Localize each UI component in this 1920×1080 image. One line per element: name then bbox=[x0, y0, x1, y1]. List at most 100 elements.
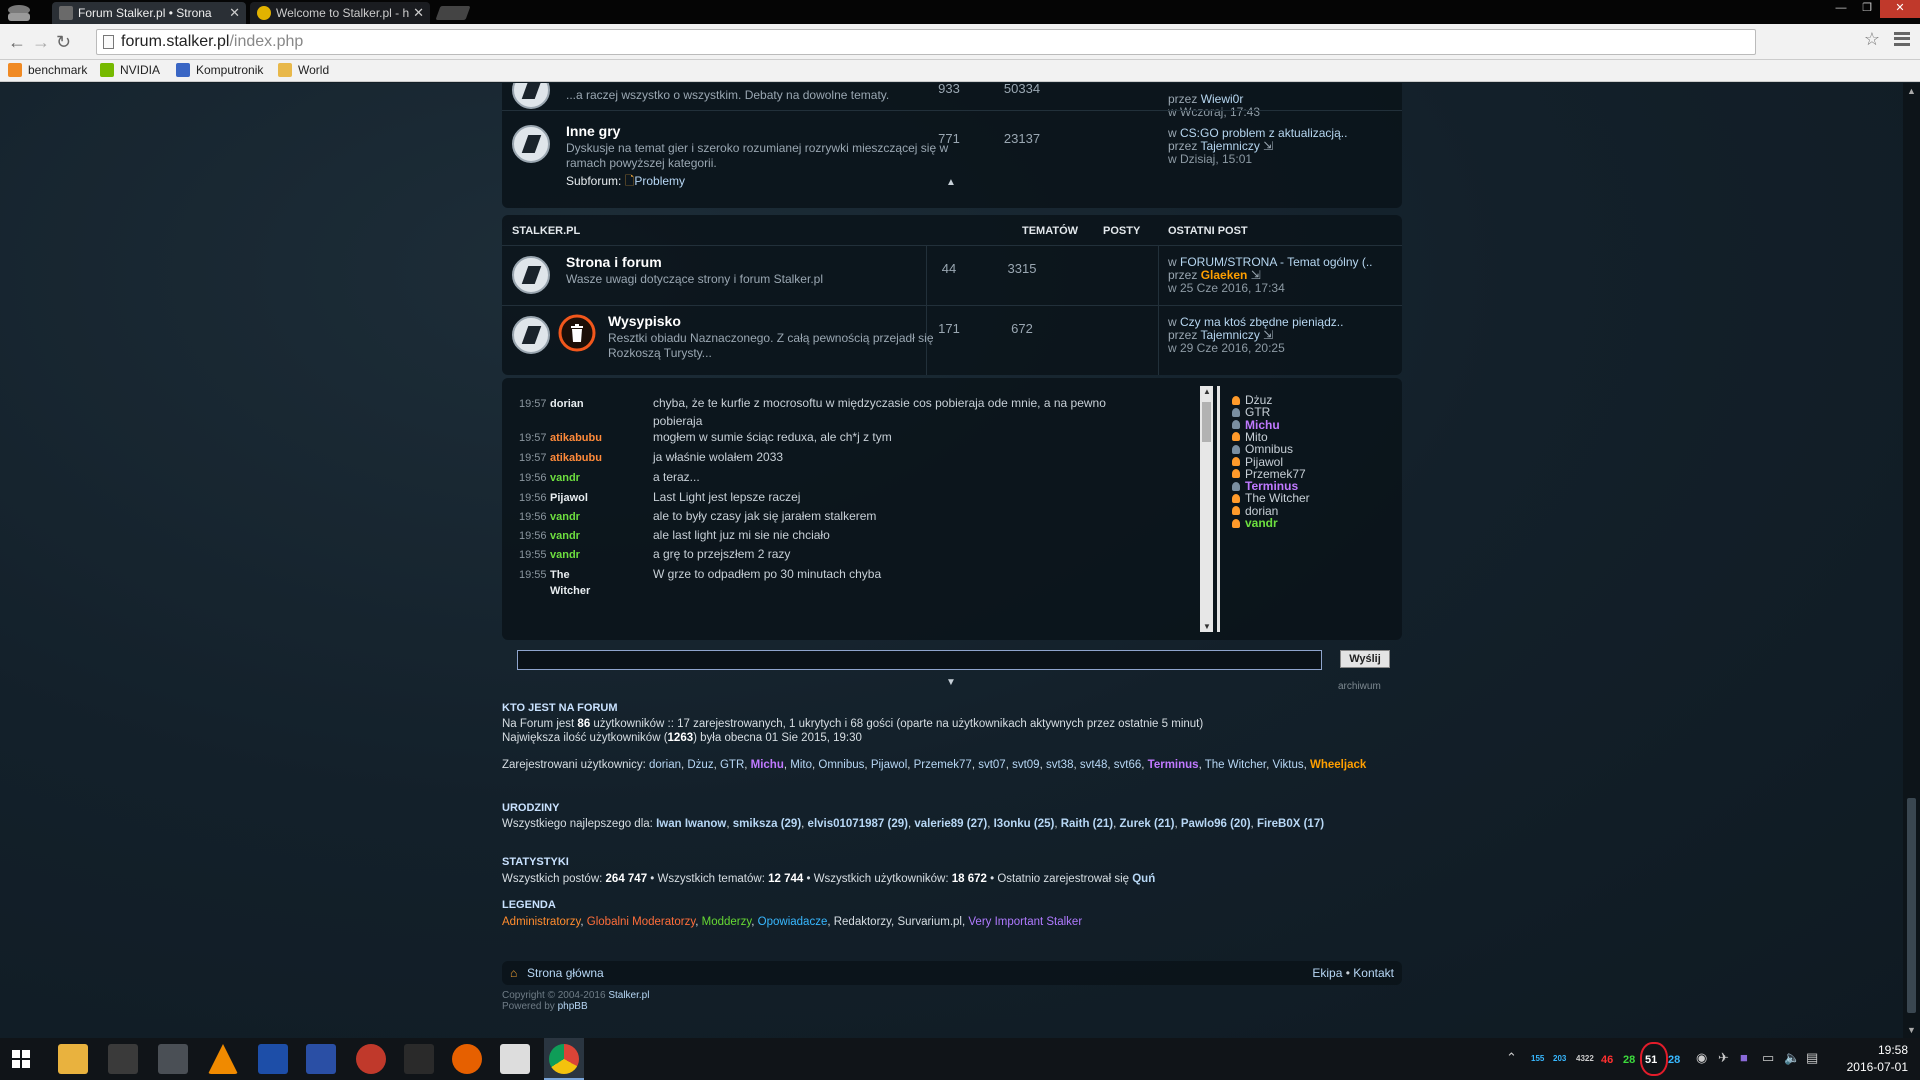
registered-user-link[interactable]: Michu bbox=[751, 759, 784, 771]
bookmark-nvidia[interactable]: NVIDIA bbox=[100, 63, 160, 77]
chat-nick[interactable]: vandr bbox=[550, 547, 580, 563]
collapse-arrow-icon[interactable]: ▲ bbox=[946, 177, 956, 188]
registered-user-link[interactable]: Pijawol bbox=[871, 759, 907, 771]
reload-icon[interactable]: ↻ bbox=[56, 32, 71, 53]
airplane-icon[interactable]: ✈ bbox=[1718, 1050, 1729, 1066]
save-disk-icon[interactable] bbox=[306, 1044, 336, 1074]
forum-row-strona[interactable]: Strona i forum Wasze uwagi dotyczące str… bbox=[502, 245, 1402, 305]
registered-user-link[interactable]: dorian bbox=[649, 759, 681, 771]
bookmark-komputronik[interactable]: Komputronik bbox=[176, 63, 263, 77]
forum-title[interactable]: Wysypisko bbox=[608, 313, 681, 329]
chrome-menu-icon[interactable] bbox=[1894, 32, 1910, 46]
legend-group-link[interactable]: Modderzy bbox=[702, 916, 752, 928]
scroll-up-icon[interactable]: ▲ bbox=[1203, 387, 1211, 396]
los-app-icon[interactable] bbox=[404, 1044, 434, 1074]
malwarebytes-icon[interactable] bbox=[258, 1044, 288, 1074]
chat-nick[interactable]: dorian bbox=[550, 396, 584, 412]
expand-arrow-icon[interactable]: ▼ bbox=[946, 677, 956, 688]
chat-nick[interactable]: atikabubu bbox=[550, 430, 602, 446]
chat-nick[interactable]: Pijawol bbox=[550, 490, 588, 506]
forum-row-partial[interactable]: ...a raczej wszystko o wszystkim. Debaty… bbox=[502, 83, 1402, 119]
chat-nick[interactable]: The Witcher bbox=[550, 567, 590, 599]
close-window-icon[interactable]: ✕ bbox=[1880, 0, 1920, 18]
address-bar[interactable]: forum.stalker.pl/index.php bbox=[96, 29, 1756, 55]
registered-user-link[interactable]: Omnibus bbox=[818, 759, 864, 771]
restore-icon[interactable]: ❐ bbox=[1854, 0, 1880, 18]
site-link[interactable]: Stalker.pl bbox=[608, 990, 649, 1001]
registered-user-link[interactable]: Terminus bbox=[1148, 759, 1199, 771]
birthday-user-link[interactable]: Raith (21) bbox=[1061, 818, 1113, 830]
scroll-thumb[interactable] bbox=[1202, 402, 1211, 442]
legend-group-link[interactable]: Very Important Stalker bbox=[968, 916, 1082, 928]
forum-title[interactable]: Strona i forum bbox=[566, 254, 662, 270]
birthday-user-link[interactable]: Zurek (21) bbox=[1120, 818, 1175, 830]
tab-forum[interactable]: Forum Stalker.pl • Strona ✕ bbox=[52, 2, 246, 24]
chat-nick[interactable]: atikabubu bbox=[550, 450, 602, 466]
subforum-link[interactable]: Problemy bbox=[634, 174, 685, 188]
chat-scrollbar[interactable]: ▲ ▼ bbox=[1200, 386, 1213, 632]
last-topic[interactable]: FORUM/STRONA - Temat ogólny (.. bbox=[1180, 255, 1373, 269]
home-link[interactable]: Strona główna bbox=[527, 966, 604, 980]
registered-user-link[interactable]: GTR bbox=[720, 759, 744, 771]
new-tab-button[interactable] bbox=[435, 6, 471, 20]
bookmark-world[interactable]: World bbox=[278, 63, 329, 77]
bookmark-star-icon[interactable]: ☆ bbox=[1864, 29, 1880, 50]
registered-user-link[interactable]: Przemek77 bbox=[914, 759, 972, 771]
registered-user-link[interactable]: svt66 bbox=[1114, 759, 1142, 771]
chat-nick[interactable]: vandr bbox=[550, 509, 580, 525]
contact-link[interactable]: Kontakt bbox=[1353, 966, 1394, 980]
app-tray-icon[interactable]: ■ bbox=[1740, 1050, 1748, 1065]
forward-arrow-icon[interactable]: → bbox=[32, 32, 50, 53]
media-player-icon[interactable] bbox=[108, 1044, 138, 1074]
file-explorer-icon[interactable] bbox=[58, 1044, 88, 1074]
scroll-up-icon[interactable]: ▲ bbox=[1907, 86, 1916, 96]
ccleaner-icon[interactable] bbox=[356, 1044, 386, 1074]
network-icon[interactable]: ▭ bbox=[1762, 1050, 1774, 1066]
send-button[interactable]: Wyślij bbox=[1340, 650, 1390, 668]
registered-user-link[interactable]: svt38 bbox=[1046, 759, 1074, 771]
registered-user-link[interactable]: Dżuz bbox=[687, 759, 713, 771]
registered-user-link[interactable]: svt07 bbox=[978, 759, 1006, 771]
close-tab-icon[interactable]: ✕ bbox=[229, 2, 240, 24]
newest-user-link[interactable]: Quń bbox=[1132, 873, 1155, 885]
windows-start-icon[interactable] bbox=[12, 1050, 30, 1068]
birthday-user-link[interactable]: elvis01071987 (29) bbox=[808, 818, 908, 830]
last-topic[interactable]: Czy ma ktoś zbędne pieniądz.. bbox=[1180, 315, 1343, 329]
registered-user-link[interactable]: Mito bbox=[790, 759, 812, 771]
chat-nick[interactable]: vandr bbox=[550, 470, 580, 486]
last-author[interactable]: Wiewi0r bbox=[1201, 92, 1244, 106]
notifications-icon[interactable]: ▤ bbox=[1806, 1050, 1818, 1066]
chat-input[interactable] bbox=[517, 650, 1322, 670]
tab-welcome[interactable]: Welcome to Stalker.pl - h ✕ bbox=[250, 2, 430, 24]
team-link[interactable]: Ekipa bbox=[1312, 966, 1342, 980]
registered-user-link[interactable]: Viktus bbox=[1273, 759, 1304, 771]
legend-group-link[interactable]: Survarium.pl bbox=[897, 916, 962, 928]
legend-group-link[interactable]: Globalni Moderatorzy bbox=[587, 916, 695, 928]
view-post-icon[interactable]: ⇲ bbox=[1251, 268, 1261, 282]
clock[interactable]: 19:58 2016-07-01 bbox=[1847, 1042, 1908, 1076]
back-arrow-icon[interactable]: ← bbox=[8, 32, 26, 53]
view-post-icon[interactable]: ⇲ bbox=[1263, 328, 1273, 342]
forum-title[interactable]: Inne gry bbox=[566, 123, 620, 139]
birthday-user-link[interactable]: Iwan Iwanow bbox=[656, 818, 726, 830]
close-tab-icon[interactable]: ✕ bbox=[413, 2, 424, 24]
birthday-user-link[interactable]: valerie89 (27) bbox=[914, 818, 987, 830]
minimize-icon[interactable]: — bbox=[1828, 0, 1854, 18]
birthday-user-link[interactable]: FireB0X (17) bbox=[1257, 818, 1324, 830]
registered-user-link[interactable]: Wheeljack bbox=[1310, 759, 1366, 771]
page-scrollbar[interactable]: ▲ ▼ bbox=[1903, 83, 1920, 1038]
birthday-user-link[interactable]: smiksza (29) bbox=[733, 818, 801, 830]
registered-user-link[interactable]: svt48 bbox=[1080, 759, 1108, 771]
last-author[interactable]: Glaeken bbox=[1201, 268, 1248, 282]
show-hidden-icons-icon[interactable]: ⌃ bbox=[1506, 1050, 1517, 1066]
legend-group-link[interactable]: Redaktorzy bbox=[834, 916, 891, 928]
registered-user-link[interactable]: The Witcher bbox=[1205, 759, 1266, 771]
last-author[interactable]: Tajemniczy bbox=[1200, 139, 1259, 153]
scroll-thumb[interactable] bbox=[1907, 798, 1916, 1013]
last-author[interactable]: Tajemniczy bbox=[1200, 328, 1259, 342]
phpbb-link[interactable]: phpBB bbox=[558, 1001, 588, 1012]
birthday-user-link[interactable]: Pawlo96 (20) bbox=[1181, 818, 1251, 830]
scroll-down-icon[interactable]: ▼ bbox=[1203, 622, 1211, 631]
section-title[interactable]: STALKER.PL bbox=[512, 225, 580, 237]
last-topic[interactable]: CS:GO problem z aktualizacją.. bbox=[1180, 126, 1347, 140]
